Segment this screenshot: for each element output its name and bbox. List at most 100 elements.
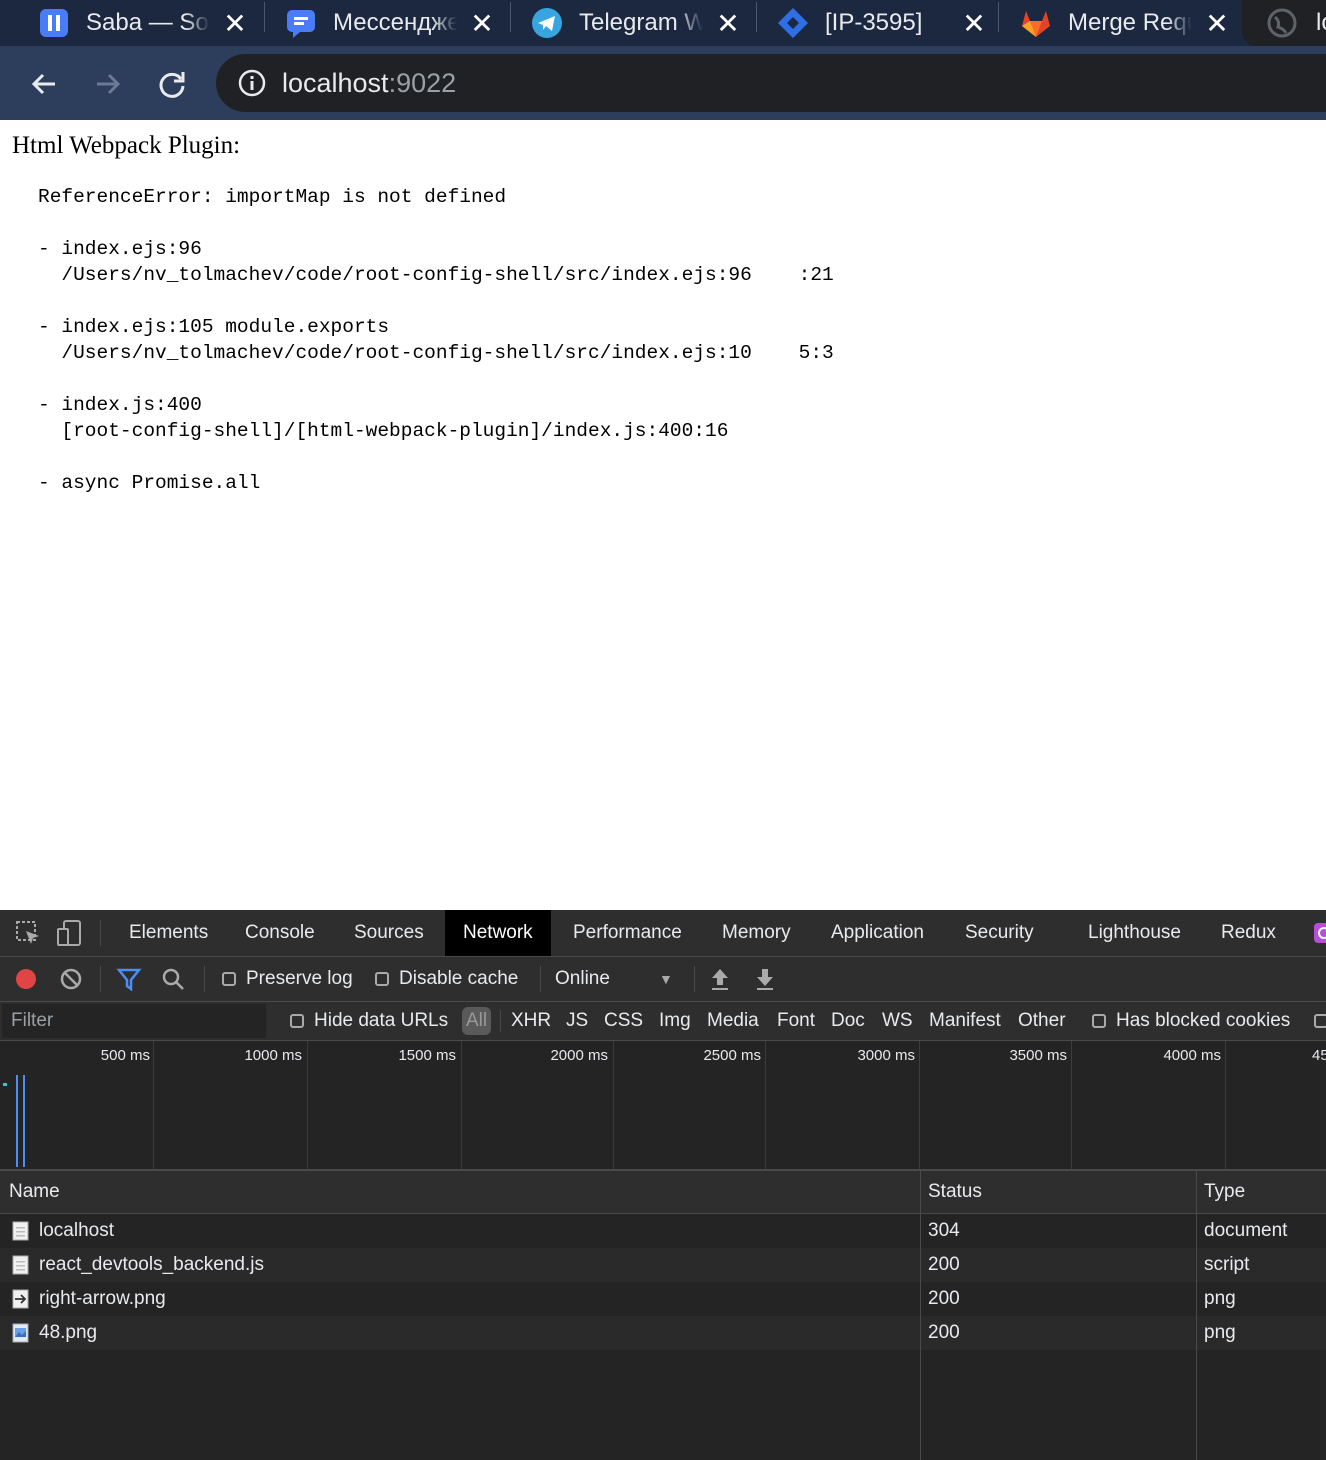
table-row[interactable]: react_devtools_backend.js 200 script <box>0 1248 1326 1282</box>
request-type: script <box>1204 1254 1250 1275</box>
forward-button[interactable] <box>88 64 128 104</box>
device-toolbar-icon[interactable] <box>56 919 84 947</box>
network-requests-table: Name Status Type localhost 304 document … <box>0 1171 1326 1460</box>
filter-type-media[interactable]: Media <box>707 1002 759 1040</box>
tab-lighthouse[interactable]: Lighthouse <box>1070 910 1199 956</box>
browser-tab-active[interactable]: lo <box>1242 0 1326 46</box>
request-status: 200 <box>928 1322 960 1343</box>
tab-title: Мессенджер <box>333 9 457 36</box>
close-icon[interactable]: ✕ <box>961 7 987 40</box>
filter-type-other[interactable]: Other <box>1018 1002 1066 1040</box>
upload-icon <box>712 969 728 990</box>
browser-tab[interactable]: Saba — Sonar ✕ <box>38 0 248 46</box>
browser-tab[interactable]: Telegram Web ✕ <box>531 0 741 46</box>
close-icon[interactable]: ✕ <box>222 7 248 40</box>
close-icon[interactable]: ✕ <box>715 7 741 40</box>
filter-type-js[interactable]: JS <box>566 1002 588 1040</box>
timeline-tick-label: 500 ms <box>100 1047 150 1064</box>
filter-type-xhr[interactable]: XHR <box>511 1002 551 1040</box>
address-bar[interactable]: localhost:9022 <box>216 54 1326 112</box>
tab-memory[interactable]: Memory <box>704 910 809 956</box>
arrow-left-icon <box>31 73 55 95</box>
error-stack: ReferenceError: importMap is not defined… <box>38 184 834 496</box>
request-bar <box>3 1083 7 1086</box>
inspect-element-icon[interactable] <box>14 919 42 947</box>
blocked-requests-checkbox[interactable] <box>1314 1002 1326 1040</box>
filter-toggle-button[interactable] <box>116 957 142 1001</box>
globe-icon <box>1266 7 1298 39</box>
table-row[interactable]: localhost 304 document <box>0 1214 1326 1248</box>
column-header-status[interactable]: Status <box>928 1171 982 1213</box>
request-type: document <box>1204 1220 1288 1241</box>
browser-tab-strip: Saba — Sonar ✕ Мессенджер ✕ Telegram Web… <box>0 0 1326 46</box>
telegram-icon <box>531 7 563 39</box>
column-header-name[interactable]: Name <box>9 1171 60 1213</box>
timeline-tick-label: 3000 ms <box>857 1047 915 1064</box>
tab-network[interactable]: Network <box>445 910 551 956</box>
clear-button[interactable] <box>58 957 84 1001</box>
request-status: 200 <box>928 1254 960 1275</box>
messenger-chat-icon <box>285 7 317 39</box>
tab-application[interactable]: Application <box>813 910 942 956</box>
column-divider[interactable] <box>920 1171 921 1460</box>
url-text[interactable]: localhost:9022 <box>282 68 456 99</box>
disable-cache-checkbox[interactable]: Disable cache <box>375 957 518 1001</box>
filter-type-img[interactable]: Img <box>659 1002 691 1040</box>
preserve-log-label: Preserve log <box>246 968 353 989</box>
record-button[interactable] <box>14 957 38 1001</box>
stack-frame-title: - index.js:400 <box>38 394 202 416</box>
throttling-select[interactable]: Online ▼ <box>555 957 675 1001</box>
disable-cache-label: Disable cache <box>399 968 519 989</box>
tab-elements[interactable]: Elements <box>111 910 226 956</box>
stack-frame-location: /Users/nv_tolmachev/code/root-config-she… <box>38 264 834 286</box>
export-har-button[interactable] <box>753 957 777 1001</box>
filter-type-font[interactable]: Font <box>777 1002 815 1040</box>
table-row[interactable]: 48.png 200 png <box>0 1316 1326 1350</box>
column-header-type[interactable]: Type <box>1204 1171 1245 1213</box>
checkbox-box[interactable] <box>222 972 236 986</box>
table-row[interactable]: right-arrow.png 200 png <box>0 1282 1326 1316</box>
network-overview-timeline[interactable]: 500 ms 1000 ms 1500 ms 2000 ms 2500 ms 3… <box>0 1041 1326 1171</box>
filter-type-all[interactable]: All <box>462 1007 492 1035</box>
reload-button[interactable] <box>152 64 192 104</box>
request-type: png <box>1204 1322 1236 1343</box>
browser-tab[interactable]: Мессенджер ✕ <box>285 0 495 46</box>
request-name: 48.png <box>39 1322 98 1343</box>
filter-input[interactable]: Filter <box>2 1004 266 1038</box>
import-har-button[interactable] <box>708 957 732 1001</box>
preserve-log-checkbox[interactable]: Preserve log <box>222 957 353 1001</box>
filter-type-ws[interactable]: WS <box>882 1002 913 1040</box>
tab-performance[interactable]: Performance <box>555 910 700 956</box>
has-blocked-cookies-checkbox[interactable]: Has blocked cookies <box>1092 1002 1290 1040</box>
close-icon[interactable]: ✕ <box>469 7 495 40</box>
extension-icon[interactable] <box>1312 919 1326 947</box>
checkbox-box[interactable] <box>1314 1014 1326 1028</box>
tab-console[interactable]: Console <box>227 910 333 956</box>
request-name: react_devtools_backend.js <box>39 1254 264 1275</box>
browser-tab[interactable]: Merge Request ✕ <box>1020 0 1230 46</box>
timeline-tick-label: 4000 ms <box>1163 1047 1221 1064</box>
close-icon[interactable]: ✕ <box>1204 7 1230 40</box>
tab-sources[interactable]: Sources <box>336 910 442 956</box>
info-icon[interactable] <box>236 67 268 99</box>
checkbox-box[interactable] <box>290 1014 304 1028</box>
checkbox-box[interactable] <box>1092 1014 1106 1028</box>
filter-type-doc[interactable]: Doc <box>831 1002 865 1040</box>
checkbox-box[interactable] <box>375 972 389 986</box>
tab-security[interactable]: Security <box>947 910 1052 956</box>
search-button[interactable] <box>160 957 186 1001</box>
devtools-panel: Elements Console Sources Network Perform… <box>0 910 1326 1460</box>
filter-bar: Filter Hide data URLs All XHR JS CSS Img… <box>0 1002 1326 1041</box>
filter-type-manifest[interactable]: Manifest <box>929 1002 1001 1040</box>
tab-redux[interactable]: Redux <box>1203 910 1294 956</box>
url-host: localhost <box>282 67 389 98</box>
hide-data-urls-checkbox[interactable]: Hide data URLs <box>290 1002 448 1040</box>
tab-title: Merge Request <box>1068 9 1192 36</box>
filter-type-css[interactable]: CSS <box>604 1002 643 1040</box>
dom-content-loaded-marker <box>16 1075 18 1167</box>
browser-tab[interactable]: [IP-3595] ✕ <box>777 0 987 46</box>
request-status: 304 <box>928 1220 960 1241</box>
back-button[interactable] <box>24 64 64 104</box>
column-divider[interactable] <box>1196 1171 1197 1460</box>
stack-frame-title: - index.ejs:96 <box>38 238 202 260</box>
